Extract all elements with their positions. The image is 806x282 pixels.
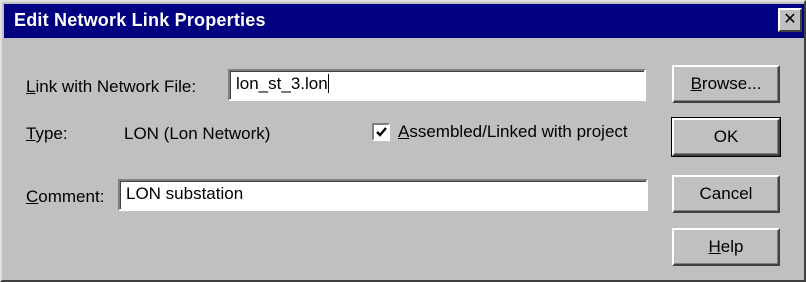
link-file-value: lon_st_3.lon	[236, 74, 328, 93]
assembled-label-text: ssembled/Linked with project	[409, 122, 628, 141]
link-file-label: Link with Network File:	[26, 77, 196, 97]
browse-label: rowse...	[701, 74, 762, 93]
comment-label-mnemonic: C	[26, 187, 39, 206]
comment-value: LON substation	[126, 184, 244, 203]
comment-label-text: omment:	[38, 187, 105, 206]
close-icon: ✕	[783, 11, 797, 28]
cancel-label: Cancel	[699, 184, 753, 203]
comment-input[interactable]: LON substation	[118, 179, 648, 211]
cancel-button[interactable]: Cancel	[672, 175, 780, 213]
edit-network-link-dialog: Edit Network Link Properties ✕ Link with…	[0, 0, 806, 282]
close-button[interactable]: ✕	[778, 8, 802, 32]
comment-label: Comment:	[26, 187, 104, 207]
type-label: Type:	[26, 124, 68, 144]
type-value: LON (Lon Network)	[124, 124, 271, 143]
window-title: Edit Network Link Properties	[14, 10, 266, 30]
assembled-checkbox[interactable]	[372, 123, 390, 141]
type-label-text: ype:	[35, 124, 68, 143]
link-file-input[interactable]: lon_st_3.lon	[228, 69, 646, 101]
link-file-label-text: ink with Network File:	[35, 77, 197, 96]
assembled-label-mnemonic: A	[398, 122, 410, 141]
help-label: elp	[720, 237, 744, 256]
text-caret	[327, 74, 329, 93]
help-mnemonic: H	[708, 237, 721, 256]
help-button[interactable]: Help	[672, 228, 780, 266]
browse-button[interactable]: Browse...	[672, 65, 780, 103]
assembled-label[interactable]: Assembled/Linked with project	[398, 122, 628, 142]
browse-mnemonic: B	[690, 74, 702, 93]
ok-button[interactable]: OK	[671, 117, 781, 157]
title-bar: Edit Network Link Properties ✕	[4, 4, 804, 38]
ok-label: OK	[713, 127, 739, 146]
checkmark-icon	[376, 127, 387, 137]
